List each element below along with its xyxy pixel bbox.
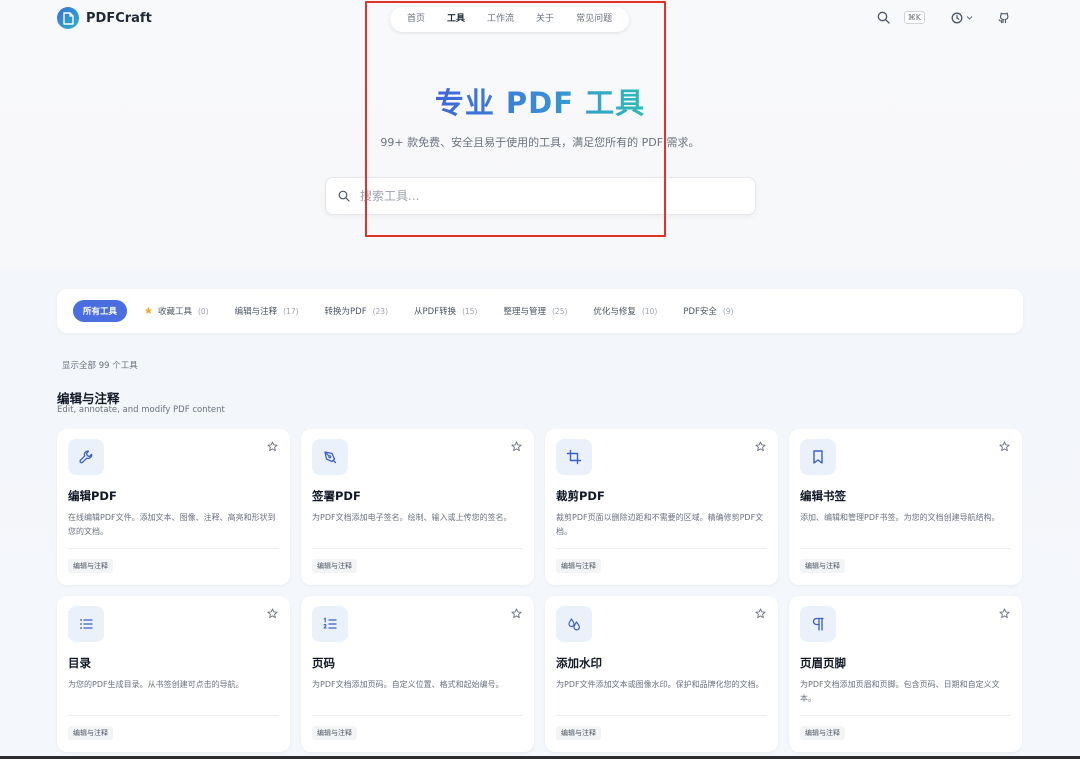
crop-icon xyxy=(556,439,592,475)
chevron-down-icon xyxy=(966,16,973,20)
filter-all[interactable]: 所有工具 xyxy=(73,300,128,322)
tool-card-header-footer[interactable]: 页眉页脚 为PDF文档添加页眉和页脚。包含页码、日期和自定义文本。 编辑与注释 xyxy=(789,596,1022,752)
bookmark-icon xyxy=(800,439,836,475)
card-title: 签署PDF xyxy=(312,489,361,503)
card-category-tag: 编辑与注释 xyxy=(800,726,845,740)
card-title: 页码 xyxy=(312,656,335,670)
favorite-star-icon[interactable] xyxy=(753,439,767,453)
tool-card-table-of-contents[interactable]: 目录 为您的PDF生成目录。从书签创建可点击的导航。 编辑与注释 xyxy=(57,596,290,752)
tool-grid: 编辑PDF 在线编辑PDF文件。添加文本、图像、注释、高亮和形状到您的文档。 编… xyxy=(57,429,1023,752)
filter-favorites[interactable]: ★ 收藏工具 (0) xyxy=(131,300,222,322)
card-divider xyxy=(556,715,767,716)
category-filter-bar: 所有工具 ★ 收藏工具 (0) 编辑与注释 (17) 转换为PDF (23) 从PDF… xyxy=(57,289,1023,333)
tool-card-edit-bookmarks[interactable]: 编辑书签 添加、编辑和管理PDF书签。为您的文档创建导航结构。 编辑与注释 xyxy=(789,429,1022,585)
hero-subtitle: 99+ 款免费、安全且易于使用的工具，满足您所有的 PDF 需求。 xyxy=(380,136,700,149)
brand-logo[interactable]: PDFCraft xyxy=(57,7,152,29)
file-icon xyxy=(57,7,79,29)
nav-tools[interactable]: 工具 xyxy=(436,7,476,32)
card-divider xyxy=(800,715,1011,716)
card-category-tag: 编辑与注释 xyxy=(800,559,845,573)
card-category-tag: 编辑与注释 xyxy=(68,559,113,573)
header-actions: ⌘K xyxy=(877,11,1010,24)
card-divider xyxy=(800,548,1011,549)
favorite-star-icon[interactable] xyxy=(753,606,767,620)
favorite-star-icon[interactable] xyxy=(265,439,279,453)
card-category-tag: 编辑与注释 xyxy=(556,726,601,740)
tool-card-add-watermark[interactable]: 添加水印 为PDF文件添加文本或图像水印。保护和品牌化您的文档。 编辑与注释 xyxy=(545,596,778,752)
card-category-tag: 编辑与注释 xyxy=(556,559,601,573)
nav-workflow[interactable]: 工作流 xyxy=(476,7,525,32)
hero-title: 专业 PDF 工具 xyxy=(434,86,646,120)
droplets-icon xyxy=(556,606,592,642)
card-category-tag: 编辑与注释 xyxy=(68,726,113,740)
tool-count-summary: 显示全部 99 个工具 xyxy=(62,361,138,371)
card-divider xyxy=(312,715,523,716)
card-description: 添加、编辑和管理PDF书签。为您的文档创建导航结构。 xyxy=(800,513,1000,522)
card-title: 页眉页脚 xyxy=(800,656,846,670)
card-description: 在线编辑PDF文件。添加文本、图像、注释、高亮和形状到您的文档。 xyxy=(68,513,276,536)
card-title: 编辑PDF xyxy=(68,489,117,503)
card-description: 为PDF文档添加页码。自定义位置、格式和起始编号。 xyxy=(312,680,504,689)
pen-nib-icon xyxy=(312,439,348,475)
history-button[interactable] xyxy=(951,12,973,24)
card-description: 为PDF文档添加电子签名。绘制、输入或上传您的签名。 xyxy=(312,513,512,522)
tool-search-input[interactable] xyxy=(360,189,740,203)
card-description: 裁剪PDF页面以删除边距和不需要的区域。精确修剪PDF文档。 xyxy=(556,513,764,536)
tool-card-page-numbers[interactable]: 页码 为PDF文档添加页码。自定义位置、格式和起始编号。 编辑与注释 xyxy=(301,596,534,752)
pilcrow-icon xyxy=(800,606,836,642)
favorite-star-icon[interactable] xyxy=(509,439,523,453)
card-divider xyxy=(556,548,767,549)
card-divider xyxy=(68,548,279,549)
search-icon[interactable] xyxy=(877,11,890,24)
favorite-star-icon[interactable] xyxy=(997,606,1011,620)
card-category-tag: 编辑与注释 xyxy=(312,726,357,740)
numbered-list-icon xyxy=(312,606,348,642)
card-description: 为PDF文件添加文本或图像水印。保护和品牌化您的文档。 xyxy=(556,680,764,689)
filter-to-pdf[interactable]: 转换为PDF (23) xyxy=(312,300,401,322)
card-description: 为您的PDF生成目录。从书签创建可点击的导航。 xyxy=(68,680,244,689)
card-title: 裁剪PDF xyxy=(556,489,605,503)
top-header: PDFCraft 首页 工具 工作流 关于 常见问题 ⌘K xyxy=(0,0,1080,40)
brand-name: PDFCraft xyxy=(86,10,152,26)
card-divider xyxy=(312,548,523,549)
nav-faq[interactable]: 常见问题 xyxy=(565,7,623,32)
favorite-star-icon[interactable] xyxy=(509,606,523,620)
clock-icon xyxy=(951,12,963,23)
section-subtitle: Edit, annotate, and modify PDF content xyxy=(57,405,225,415)
filter-security[interactable]: PDF安全 (9) xyxy=(670,300,746,322)
tool-card-crop-pdf[interactable]: 裁剪PDF 裁剪PDF页面以删除边距和不需要的区域。精确修剪PDF文档。 编辑与… xyxy=(545,429,778,585)
filter-optimize[interactable]: 优化与修复 (10) xyxy=(580,300,670,322)
star-icon: ★ xyxy=(144,305,153,317)
favorite-star-icon[interactable] xyxy=(265,606,279,620)
card-divider xyxy=(68,715,279,716)
filter-edit[interactable]: 编辑与注释 (17) xyxy=(222,300,312,322)
card-title: 编辑书签 xyxy=(800,489,846,503)
main-nav: 首页 工具 工作流 关于 常见问题 xyxy=(390,7,630,32)
search-icon xyxy=(338,190,350,202)
tool-card-sign-pdf[interactable]: 签署PDF 为PDF文档添加电子签名。绘制、输入或上传您的签名。 编辑与注释 xyxy=(301,429,534,585)
card-description: 为PDF文档添加页眉和页脚。包含页码、日期和自定义文本。 xyxy=(800,680,1000,703)
tool-search-box[interactable] xyxy=(325,177,756,215)
card-category-tag: 编辑与注释 xyxy=(312,559,357,573)
nav-home[interactable]: 首页 xyxy=(396,7,436,32)
wrench-icon xyxy=(68,439,104,475)
favorite-star-icon[interactable] xyxy=(997,439,1011,453)
shortcut-badge: ⌘K xyxy=(903,11,925,24)
filter-from-pdf[interactable]: 从PDF转换 (15) xyxy=(401,300,490,322)
card-title: 添加水印 xyxy=(556,656,602,670)
tool-card-edit-pdf[interactable]: 编辑PDF 在线编辑PDF文件。添加文本、图像、注释、高亮和形状到您的文档。 编… xyxy=(57,429,290,585)
card-title: 目录 xyxy=(68,656,91,670)
filter-organize[interactable]: 整理与管理 (25) xyxy=(490,300,580,322)
github-icon[interactable] xyxy=(997,11,1010,24)
nav-about[interactable]: 关于 xyxy=(525,7,565,32)
list-icon xyxy=(68,606,104,642)
